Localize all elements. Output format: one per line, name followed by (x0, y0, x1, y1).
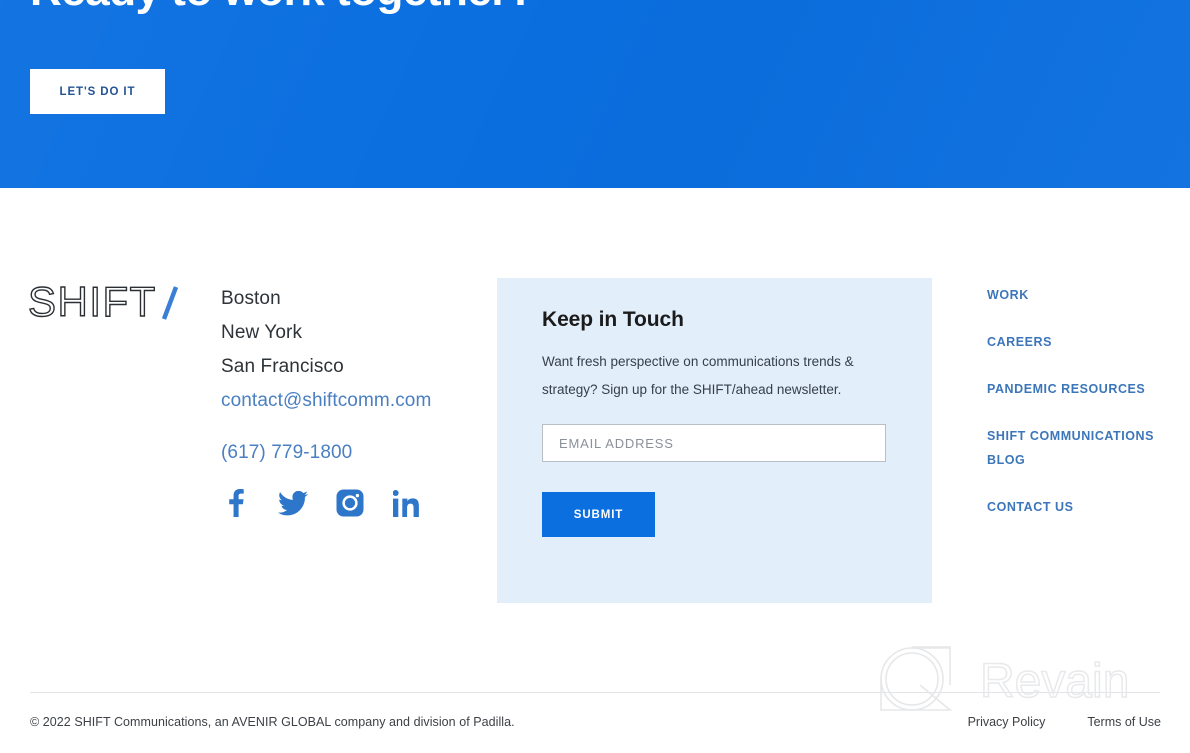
footer-divider (30, 692, 1160, 693)
copyright-text: © 2022 SHIFT Communications, an AVENIR G… (30, 715, 515, 729)
lets-do-it-button[interactable]: LET'S DO IT (30, 69, 165, 114)
social-links (221, 488, 481, 518)
svg-text:SHIFT: SHIFT (28, 282, 157, 325)
office-city: New York (221, 322, 303, 343)
shift-logo[interactable]: SHIFT (27, 277, 179, 328)
site-footer: SHIFT Boston New York San Francisco cont… (0, 188, 1190, 753)
legal-links: Privacy Policy Terms of Use (968, 715, 1161, 729)
nav-link-work[interactable]: WORK (987, 283, 1177, 307)
email-input[interactable] (542, 424, 886, 462)
linkedin-icon[interactable] (392, 488, 422, 518)
privacy-policy-link[interactable]: Privacy Policy (968, 715, 1046, 729)
email-link[interactable]: contact@shiftcomm.com (221, 384, 481, 418)
hero-section: Ready to work together? LET'S DO IT (0, 0, 1190, 188)
submit-button[interactable]: SUBMIT (542, 492, 655, 537)
nav-link-pandemic-resources[interactable]: PANDEMIC RESOURCES (987, 377, 1177, 401)
office-city: Boston (221, 288, 281, 309)
nav-link-careers[interactable]: CAREERS (987, 330, 1177, 354)
shift-logo-icon: SHIFT (27, 277, 179, 326)
phone-link[interactable]: (617) 779-1800 (221, 436, 481, 470)
newsletter-panel: Keep in Touch Want fresh perspective on … (497, 278, 932, 603)
terms-of-use-link[interactable]: Terms of Use (1087, 715, 1161, 729)
footer-nav: WORK CAREERS PANDEMIC RESOURCES SHIFT CO… (987, 283, 1177, 519)
twitter-icon[interactable] (278, 488, 308, 518)
address-column: Boston New York San Francisco contact@sh… (221, 282, 481, 518)
instagram-icon[interactable] (335, 488, 365, 518)
newsletter-description: Want fresh perspective on communications… (542, 354, 854, 397)
nav-link-contact-us[interactable]: CONTACT US (987, 495, 1177, 519)
office-city: San Francisco (221, 356, 344, 377)
newsletter-title: Keep in Touch (542, 308, 684, 331)
nav-link-shift-communications-blog[interactable]: SHIFT COMMUNICATIONS BLOG (987, 424, 1177, 472)
facebook-icon[interactable] (221, 488, 251, 518)
hero-title: Ready to work together? (30, 0, 535, 20)
